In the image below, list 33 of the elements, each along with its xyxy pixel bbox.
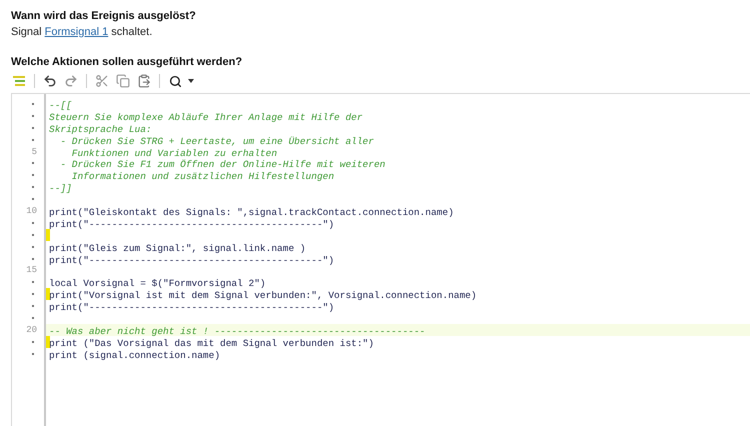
copy-button[interactable] (115, 73, 131, 89)
caret-icon[interactable] (188, 79, 194, 83)
section-heading: Welche Aktionen sollen ausgeführt werden? (11, 55, 244, 69)
section-heading: Wann wird das Ereignis ausgelöst? (11, 9, 197, 23)
undo-button[interactable] (42, 73, 58, 89)
code-comment: --]] (49, 183, 72, 194)
code-line: print (signal.connection.name) (49, 350, 220, 361)
code-comment: Steuern Sie komplexe Abläufe Ihrer Anlage mit Hilfe der (49, 112, 363, 123)
line-number: 10 (26, 206, 37, 216)
line-number: 15 (26, 265, 37, 276)
code-comment: - Drücken Sie STRG + Leertaste, um eine Übersicht aller (59, 136, 374, 147)
code-line: print ("Das Vorsignal das mit dem Signal verbunden ist:") (49, 338, 374, 349)
code-comment: Funktionen und Variablen zu erhalten (70, 148, 278, 159)
code-comment: Informationen und zusätzlichen Hilfestellungen (71, 171, 334, 182)
signal-link[interactable]: Formsignal 1 (44, 26, 108, 38)
code-comment: --[[ (49, 100, 72, 111)
search-button[interactable] (167, 73, 183, 89)
code-line: print("-----------------------------------------") (49, 302, 334, 314)
code-line: print("Vorsignal ist mit dem Signal verbunden:", Vorsignal.connection.name) (49, 290, 477, 302)
trigger-description: Signal Formsignal 1 schaltet. (11, 25, 154, 39)
line-number: 20 (26, 324, 37, 335)
code-comment: Skriptsprache Lua: (49, 124, 152, 135)
code-line: print("Gleiskontakt des Signals: ",signal.trackContact.connection.name) (49, 207, 454, 218)
cut-button[interactable] (94, 73, 110, 89)
code-line: print("-----------------------------------------") (49, 254, 334, 266)
code-line: print("-----------------------------------------") (49, 218, 334, 230)
redo-button[interactable] (63, 73, 79, 89)
code-line: print("Gleis zum Signal:", signal.link.name ) (49, 242, 306, 254)
code-comment: - Drücken Sie F1 zum Öffnen der Online-Hilfe mit weiteren (59, 159, 386, 170)
code-line: local Vorsignal = $("Formvorsignal 2") (49, 278, 266, 290)
code-comment: -- Was aber nicht geht ist ! ------------------------------------- (49, 326, 426, 337)
paste-button[interactable] (136, 73, 152, 89)
line-number: 5 (32, 146, 37, 156)
